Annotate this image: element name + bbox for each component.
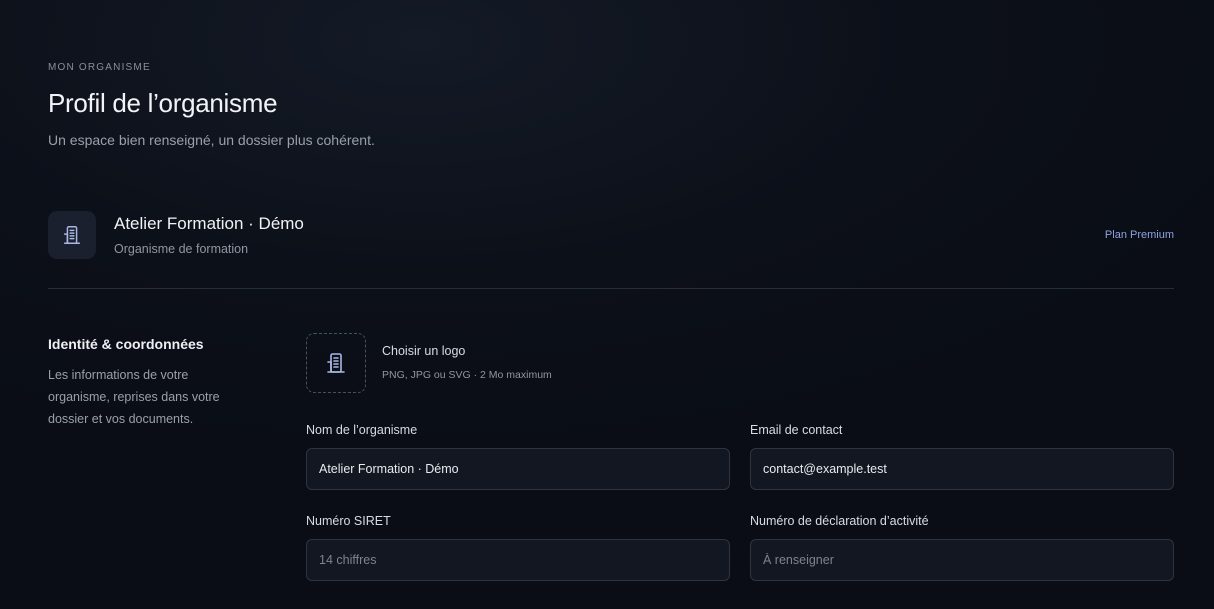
section-title: Identité & coordonnées	[48, 336, 204, 352]
page-subtitle: Un espace bien renseigné, un dossier plu…	[48, 132, 375, 148]
logo-format-hint: PNG, JPG ou SVG · 2 Mo maximum	[382, 369, 552, 381]
building-icon	[327, 353, 345, 373]
organization-avatar	[48, 211, 96, 259]
organization-profile-page: MON ORGANISME Profil de l’organisme Un e…	[0, 0, 1214, 609]
siret-input[interactable]	[306, 539, 730, 581]
organization-name-label: Nom de l’organisme	[306, 423, 418, 437]
contact-email-label: Email de contact	[750, 423, 843, 437]
siret-label: Numéro SIRET	[306, 514, 391, 528]
building-icon	[63, 226, 81, 244]
activity-declaration-input[interactable]	[750, 539, 1174, 581]
organization-type: Organisme de formation	[114, 242, 249, 256]
page-title: Profil de l’organisme	[48, 88, 278, 118]
plan-premium-link[interactable]: Plan Premium	[1105, 229, 1174, 241]
organization-name-input[interactable]	[306, 448, 730, 490]
activity-declaration-label: Numéro de déclaration d’activité	[750, 514, 929, 528]
logo-upload-dropzone[interactable]	[306, 333, 366, 393]
organization-name: Atelier Formation · Démo	[114, 214, 304, 233]
page-eyebrow: MON ORGANISME	[48, 62, 151, 73]
contact-email-input[interactable]	[750, 448, 1174, 490]
section-divider	[48, 288, 1174, 289]
choose-logo-button[interactable]: Choisir un logo	[382, 344, 465, 358]
section-description: Les informations de votre organisme, rep…	[48, 368, 220, 426]
